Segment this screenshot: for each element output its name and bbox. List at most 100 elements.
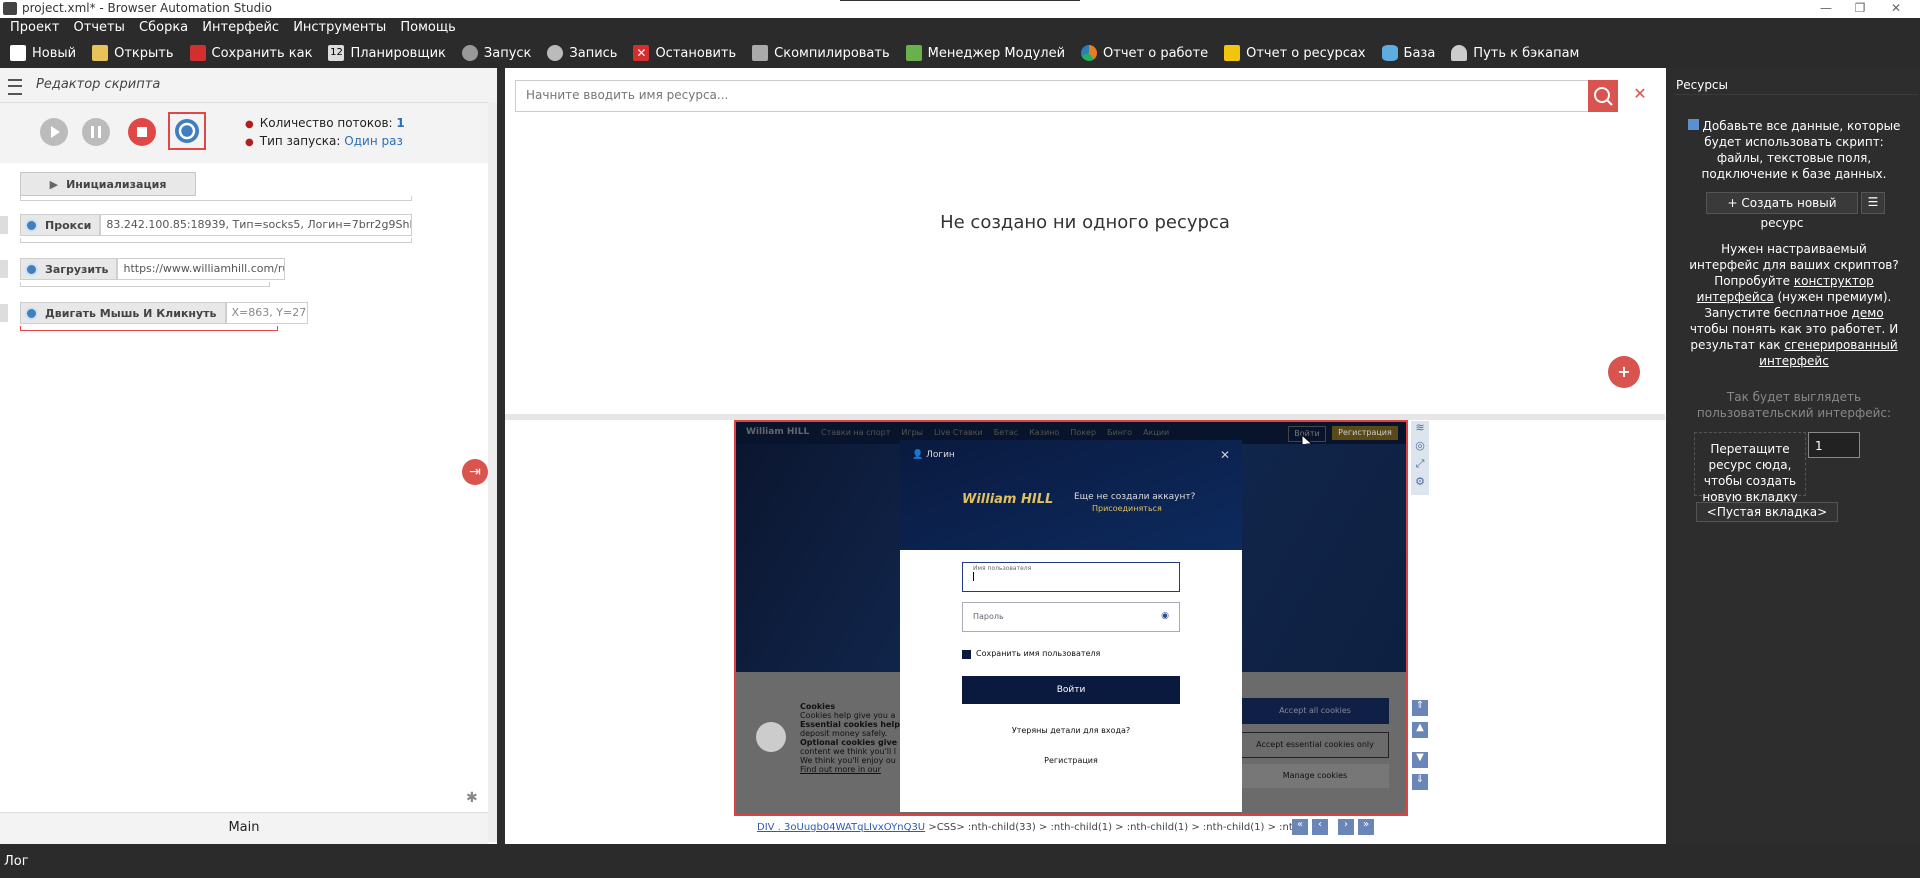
wifi-icon[interactable]: ≋	[1411, 421, 1429, 439]
module-manager-button[interactable]: Менеджер Модулей	[905, 45, 1065, 61]
site-register-button[interactable]: Регистрация	[1332, 426, 1398, 440]
join-link[interactable]: Присоединяться	[1092, 504, 1162, 513]
target-icon[interactable]: ◎	[1411, 439, 1429, 457]
pause-control-button[interactable]	[82, 118, 110, 146]
password-field[interactable]: Пароль ◉	[962, 602, 1180, 632]
site-nav-item[interactable]: Акции	[1143, 428, 1169, 437]
resource-report-button[interactable]: Отчет о ресурсах	[1224, 45, 1366, 61]
save-as-button[interactable]: Сохранить как	[189, 45, 312, 61]
init-label: Инициализация	[66, 177, 167, 191]
threads-value[interactable]: 1	[396, 116, 404, 130]
prev-icon[interactable]: ‹	[1312, 819, 1328, 835]
create-resource-button[interactable]: + Создать новый ресурс	[1706, 192, 1858, 230]
play-control-button[interactable]	[40, 118, 68, 146]
action-handle[interactable]	[0, 260, 8, 278]
drop-zone[interactable]: Перетащите ресурс сюда, чтобы создать но…	[1694, 432, 1806, 504]
login-arrow-icon[interactable]: ⇥	[462, 459, 488, 485]
login-submit-button[interactable]: Войти	[962, 676, 1180, 704]
last-icon[interactable]: »	[1358, 819, 1374, 835]
scroll-bottom-icon[interactable]: ⇓	[1412, 774, 1428, 790]
eye-icon[interactable]: ◉	[1161, 611, 1169, 621]
clear-search-icon[interactable]: ✕	[1630, 84, 1650, 104]
demo-link[interactable]: демо	[1852, 306, 1884, 320]
work-report-button[interactable]: Отчет о работе	[1081, 45, 1208, 61]
next-icon[interactable]: ›	[1338, 819, 1354, 835]
tab-main[interactable]: Main	[0, 812, 488, 845]
log-label[interactable]: Лог	[4, 854, 29, 869]
action-move-click[interactable]: Двигать Мышь И Кликнуть X=863, Y=27	[20, 302, 308, 324]
separator	[20, 196, 412, 201]
backup-path-button[interactable]: Путь к бэкапам	[1451, 45, 1579, 61]
action-description: 83.242.100.85:18939, Тип=socks5, Логин=7…	[100, 214, 413, 236]
menu-icon[interactable]: ☰	[1861, 192, 1885, 214]
empty-tab[interactable]: <Пустая вкладка>	[1696, 502, 1838, 522]
menu-tools[interactable]: Инструменты	[293, 18, 386, 38]
tab-number-input[interactable]: 1	[1808, 432, 1860, 458]
action-handle[interactable]	[0, 216, 8, 234]
menu-interface[interactable]: Интерфейс	[202, 18, 279, 38]
threads-info: ● Количество потоков: 1	[245, 116, 405, 130]
action-handle[interactable]	[0, 304, 8, 322]
site-nav-item[interactable]: Казино	[1029, 428, 1059, 437]
site-nav-item[interactable]: Покер	[1070, 428, 1096, 437]
menu-build[interactable]: Сборка	[139, 18, 188, 38]
splitter[interactable]	[497, 68, 505, 844]
remember-checkbox[interactable]	[962, 650, 971, 659]
scroll-up-icon[interactable]: ▲	[1412, 722, 1428, 738]
manage-cookies-button[interactable]: Manage cookies	[1241, 764, 1389, 788]
scheduler-button[interactable]: 12 Планировщик	[328, 45, 446, 61]
run-type-info: ● Тип запуска: Один раз	[245, 134, 403, 148]
run-button[interactable]: Запуск	[461, 45, 531, 61]
run-type-value[interactable]: Один раз	[344, 134, 403, 148]
custom-interface-text: Нужен настраиваемый интерфейс для ваших …	[1689, 242, 1899, 368]
menu-project[interactable]: Проект	[10, 18, 59, 38]
menu-reports[interactable]: Отчеты	[74, 18, 125, 38]
accept-essential-cookies-button[interactable]: Accept essential cookies only	[1241, 732, 1389, 758]
site-nav: Ставки на спорт Игры Live Ставки Бетас К…	[821, 428, 1169, 437]
gear-icon[interactable]: ⚙	[1411, 475, 1429, 493]
restart-control-button[interactable]	[168, 112, 206, 150]
stop-control-button[interactable]	[128, 118, 156, 146]
open-button[interactable]: Открыть	[92, 45, 174, 61]
menu-bar: Проект Отчеты Сборка Интерфейс Инструмен…	[0, 18, 1920, 38]
bug-icon[interactable]: ✱	[466, 790, 482, 806]
scroll-down-icon[interactable]: ▼	[1412, 752, 1428, 768]
browser-side-tools: ≋ ◎ ⤢ ⚙	[1411, 421, 1429, 495]
compile-button[interactable]: Скомпилировать	[752, 45, 890, 61]
site-nav-item[interactable]: Бинго	[1107, 428, 1132, 437]
browser-view[interactable]: William HILL Ставки на спорт Игры Live С…	[734, 420, 1408, 816]
site-nav-item[interactable]: Бетас	[994, 428, 1018, 437]
first-icon[interactable]: «	[1292, 819, 1308, 835]
fullscreen-icon[interactable]: ⤢	[1411, 457, 1429, 475]
record-button[interactable]: Запись	[547, 45, 617, 61]
close-button[interactable]: ✕	[1876, 0, 1916, 18]
site-nav-item[interactable]: Ставки на спорт	[821, 428, 890, 437]
maximize-button[interactable]: ❐	[1840, 0, 1880, 18]
action-proxy[interactable]: Прокси 83.242.100.85:18939, Тип=socks5, …	[20, 214, 413, 236]
stop-button[interactable]: ✕ Остановить	[633, 45, 736, 61]
empty-resources-text: Не создано ни одного ресурса	[940, 212, 1230, 233]
modal-close-icon[interactable]: ✕	[1220, 448, 1230, 462]
site-nav-item[interactable]: Live Ставки	[934, 428, 983, 437]
add-resource-button[interactable]: +	[1608, 356, 1640, 388]
search-button[interactable]	[1588, 80, 1618, 112]
username-field[interactable]: Имя пользователя	[962, 562, 1180, 592]
modal-register-link[interactable]: Регистрация	[900, 756, 1242, 765]
scrollbar[interactable]	[488, 102, 497, 842]
action-load[interactable]: Загрузить https://www.williamhill.com/ru	[20, 258, 286, 280]
resource-search-input[interactable]	[516, 81, 1576, 109]
hamburger-icon[interactable]	[8, 79, 22, 95]
init-block[interactable]: ▶ Инициализация	[20, 172, 196, 196]
element-path-link[interactable]: DIV . 3oUugb04WATqLIvxOYnQ3U	[757, 822, 925, 833]
notepad-icon	[1224, 45, 1241, 61]
separator	[20, 238, 412, 243]
resources-panel: Ресурсы Добавьте все данные, которые буд…	[1666, 68, 1920, 844]
menu-help[interactable]: Помощь	[400, 18, 455, 38]
login-modal-title: 👤 Логин	[912, 450, 955, 460]
scroll-top-icon[interactable]: ⇑	[1412, 700, 1428, 716]
database-button[interactable]: База	[1381, 45, 1435, 61]
forgot-details-link[interactable]: Утеряны детали для входа?	[900, 726, 1242, 735]
accept-all-cookies-button[interactable]: Accept all cookies	[1241, 698, 1389, 724]
site-nav-item[interactable]: Игры	[901, 428, 923, 437]
new-button[interactable]: Новый	[10, 45, 76, 61]
